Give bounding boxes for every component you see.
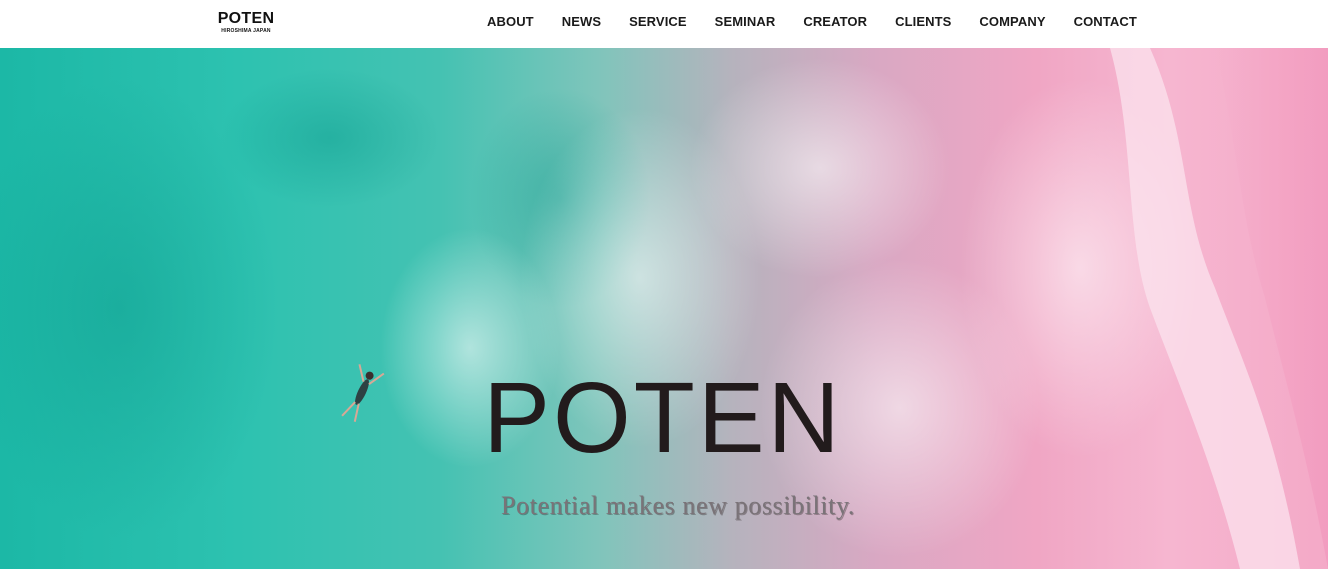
logo-wordmark: POTEN: [217, 10, 275, 27]
nav-company[interactable]: COMPANY: [979, 14, 1045, 29]
nav-about[interactable]: ABOUT: [487, 14, 534, 29]
nav-seminar[interactable]: SEMINAR: [715, 14, 776, 29]
nav-service[interactable]: SERVICE: [629, 14, 687, 29]
nav-contact[interactable]: CONTACT: [1074, 14, 1137, 29]
swimmer-figure: [341, 364, 385, 422]
nav-clients[interactable]: CLIENTS: [895, 14, 951, 29]
hero-section: POTEN Potential makes new possibility.: [0, 48, 1328, 569]
hero-title: POTEN: [483, 362, 843, 474]
logo-subtitle: HIROSHIMA JAPAN: [221, 28, 271, 34]
site-header: POTEN HIROSHIMA JAPAN ABOUT NEWS SERVICE…: [0, 0, 1328, 48]
nav-news[interactable]: NEWS: [562, 14, 601, 29]
site-logo[interactable]: POTEN HIROSHIMA JAPAN: [216, 10, 276, 35]
hero-tagline: Potential makes new possibility.: [500, 491, 856, 520]
nav-creator[interactable]: CREATOR: [803, 14, 867, 29]
main-nav: ABOUT NEWS SERVICE SEMINAR CREATOR CLIEN…: [487, 14, 1137, 29]
